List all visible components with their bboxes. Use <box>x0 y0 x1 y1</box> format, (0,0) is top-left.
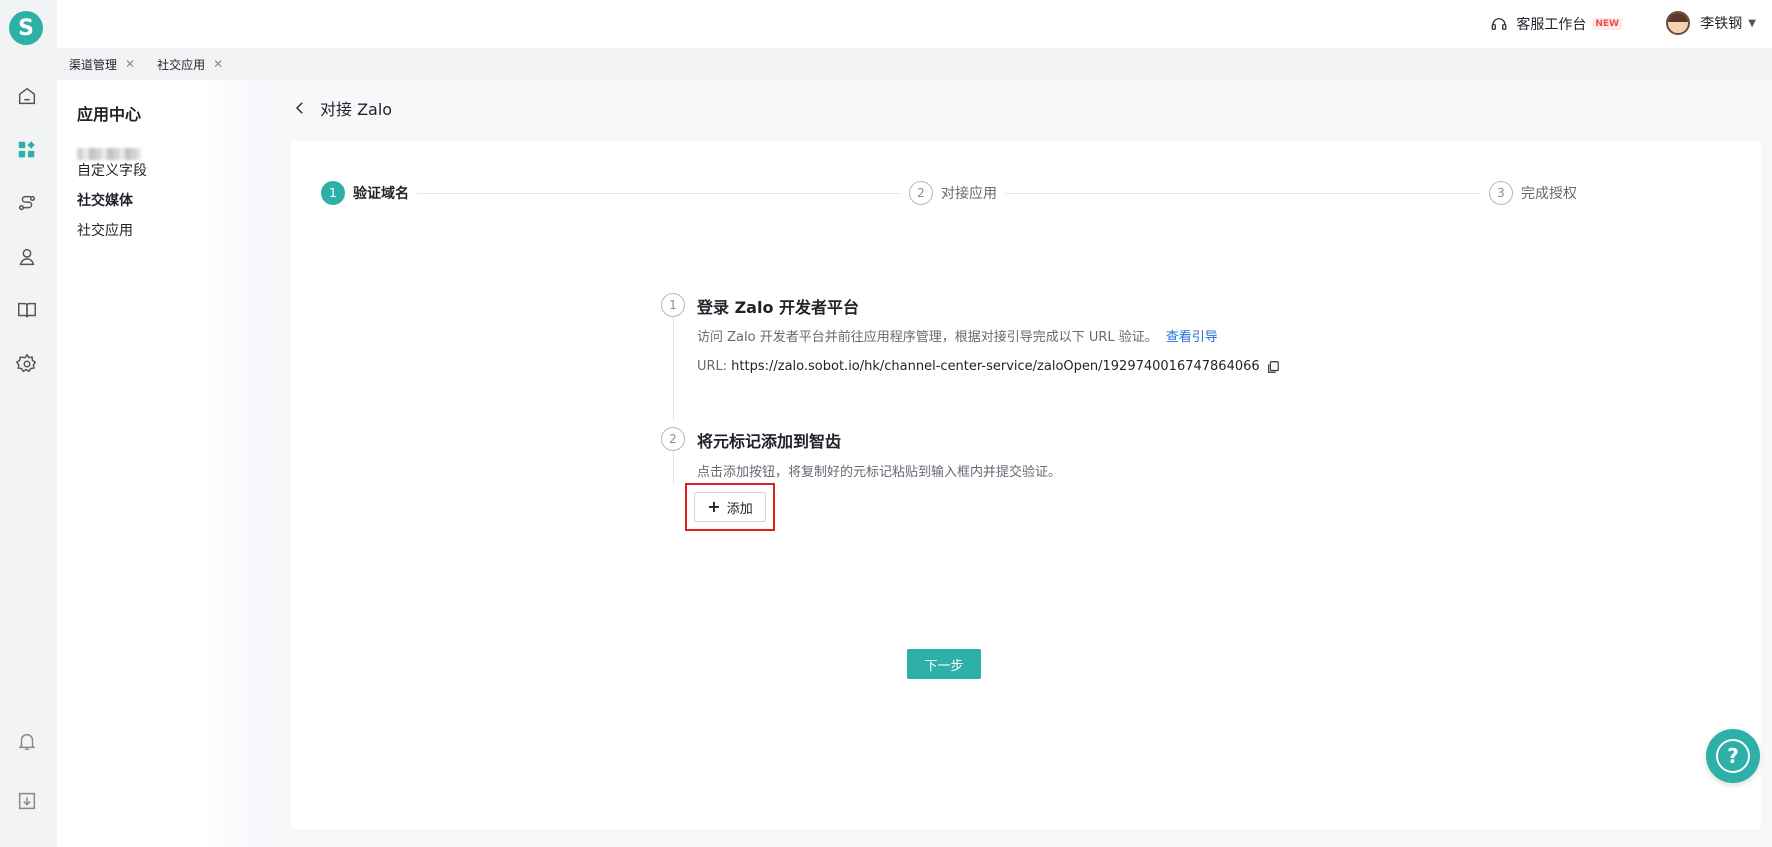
step-label: 完成授权 <box>1521 186 1577 202</box>
step-guide-line <box>673 317 674 421</box>
top-bar: 客服工作台 NEW 李铁钢 ▼ <box>57 0 1772 48</box>
sidebar-item-custom-fields[interactable]: 自定义字段 <box>77 160 147 180</box>
substep-title: 登录 Zalo 开发者平台 <box>697 298 860 317</box>
home-icon[interactable] <box>15 84 39 108</box>
verify-step-meta-tag: 2 将元标记添加到智齿 点击添加按钮，将复制好的元标记粘贴到输入框内并提交验证。… <box>661 427 1301 537</box>
apps-icon[interactable] <box>15 138 39 162</box>
headset-icon <box>1491 18 1507 30</box>
back-arrow-icon[interactable] <box>290 98 310 118</box>
route-icon[interactable] <box>15 191 39 215</box>
bell-icon[interactable] <box>15 729 39 753</box>
download-icon[interactable] <box>15 789 39 813</box>
step-connector <box>401 193 901 194</box>
step-number: 3 <box>1489 181 1513 205</box>
substep-desc-text: 访问 Zalo 开发者平台并前往应用程序管理，根据对接引导完成以下 URL 验证… <box>697 330 1158 345</box>
highlight-box: + 添加 <box>685 483 775 531</box>
user-name: 李铁钢 <box>1700 16 1743 32</box>
add-button-label: 添加 <box>726 501 753 517</box>
help-button[interactable]: ? <box>1706 729 1760 783</box>
content-card: 1 验证域名 2 对接应用 3 完成授权 1 登录 Zalo 开发者平台 访问 … <box>291 141 1761 829</box>
workbench-label: 客服工作台 <box>1516 17 1587 33</box>
tab-label: 社交应用 <box>157 57 206 72</box>
next-step-button[interactable]: 下一步 <box>907 649 981 679</box>
substep-description: 点击添加按钮，将复制好的元标记粘贴到输入框内并提交验证。 <box>697 465 1062 480</box>
tab-channel-management[interactable]: 渠道管理 ✕ <box>69 56 135 73</box>
step-2: 2 对接应用 <box>901 181 1005 205</box>
url-row: URL: https://zalo.sobot.io/hk/channel-ce… <box>697 359 1280 374</box>
sidebar-title: 应用中心 <box>77 105 142 124</box>
user-menu[interactable]: 李铁钢 ▼ <box>1666 11 1756 35</box>
step-connector <box>981 193 1481 194</box>
stepper: 1 验证域名 2 对接应用 3 完成授权 <box>321 181 1731 211</box>
book-icon[interactable] <box>15 298 39 322</box>
nav-rail: S <box>0 0 57 847</box>
help-icon: ? <box>1716 739 1750 773</box>
url-label: URL: <box>697 359 728 374</box>
workbench-link[interactable]: 客服工作台 NEW <box>1490 14 1622 34</box>
verify-step-login: 1 登录 Zalo 开发者平台 访问 Zalo 开发者平台并前往应用程序管理，根… <box>661 293 1301 427</box>
page-header: 对接 Zalo <box>290 96 392 120</box>
step-1: 1 验证域名 <box>321 181 417 205</box>
tab-social-apps[interactable]: 社交应用 ✕ <box>157 56 223 73</box>
step-guide-line <box>673 451 674 485</box>
step-label: 验证域名 <box>353 186 409 202</box>
add-button[interactable]: + 添加 <box>694 492 766 522</box>
step-number: 2 <box>909 181 933 205</box>
close-icon[interactable]: ✕ <box>125 57 135 71</box>
app-logo[interactable]: S <box>9 11 43 45</box>
tab-bar: 渠道管理 ✕ 社交应用 ✕ <box>57 48 1772 80</box>
substep-number: 1 <box>661 293 685 317</box>
plus-icon: + <box>707 497 721 516</box>
step-label: 对接应用 <box>941 186 997 202</box>
url-value: https://zalo.sobot.io/hk/channel-center-… <box>731 359 1260 374</box>
blurred-item[interactable] <box>77 148 141 160</box>
sidebar-item-social-media[interactable]: 社交媒体 <box>77 190 133 210</box>
substep-title: 将元标记添加到智齿 <box>697 432 842 451</box>
page-title: 对接 Zalo <box>320 100 393 119</box>
settings-icon[interactable] <box>15 352 39 376</box>
tab-label: 渠道管理 <box>69 57 118 72</box>
close-icon[interactable]: ✕ <box>213 57 223 71</box>
sidebar-item-social-apps[interactable]: 社交应用 <box>77 220 133 240</box>
copy-icon[interactable] <box>1266 360 1280 374</box>
avatar <box>1666 11 1691 35</box>
main-content: 对接 Zalo 1 验证域名 2 对接应用 3 完成授权 1 登录 Zalo 开… <box>266 80 1772 847</box>
substep-number: 2 <box>661 427 685 451</box>
step-3: 3 完成授权 <box>1481 181 1585 205</box>
step-number: 1 <box>321 181 345 205</box>
user-icon[interactable] <box>15 245 39 269</box>
substep-description: 访问 Zalo 开发者平台并前往应用程序管理，根据对接引导完成以下 URL 验证… <box>697 326 1218 345</box>
sidebar: 应用中心 自定义字段 社交媒体 社交应用 <box>57 80 266 847</box>
new-badge: NEW <box>1592 18 1622 30</box>
chevron-down-icon: ▼ <box>1748 17 1756 29</box>
view-guide-link[interactable]: 查看引导 <box>1166 330 1218 345</box>
